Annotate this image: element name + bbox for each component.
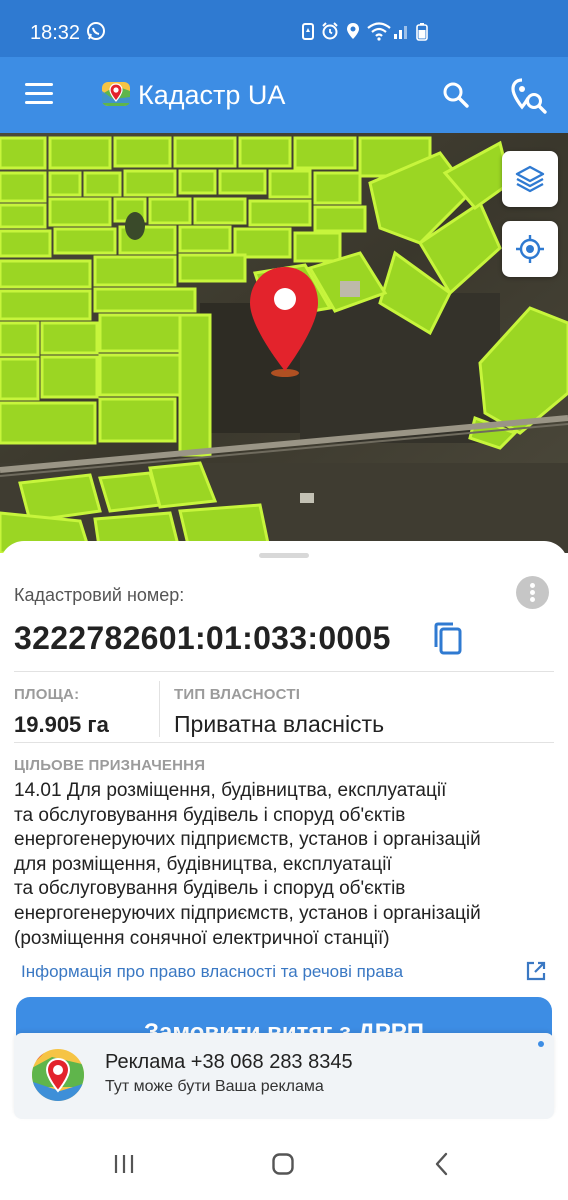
home-icon[interactable] (271, 1152, 295, 1176)
ownership-caption: ТИП ВЛАСНОСТІ (174, 686, 301, 703)
recent-apps-icon[interactable] (112, 1152, 136, 1176)
battery-icon (416, 23, 428, 41)
ad-indicator (538, 1041, 544, 1047)
location-icon (347, 23, 359, 39)
alarm-icon (322, 22, 338, 40)
status-bar: 18:32 (0, 0, 568, 57)
ad-subtitle: Тут може бути Ваша реклама (105, 1078, 324, 1095)
sheet-drag-handle[interactable] (259, 553, 309, 558)
cadastral-label: Кадастровий номер: (14, 585, 185, 605)
search-icon[interactable] (442, 81, 470, 109)
status-time: 18:32 (30, 22, 81, 44)
whatsapp-icon (87, 22, 105, 40)
ad-banner[interactable]: Реклама +38 068 283 8345 Тут може бути В… (14, 1033, 554, 1119)
copy-icon[interactable] (432, 621, 464, 657)
app-title: Кадастр UA (138, 80, 286, 110)
divider (159, 681, 160, 737)
battery-saver-icon (302, 23, 314, 40)
my-location-button[interactable] (502, 221, 558, 277)
area-value: 19.905 га (14, 712, 109, 737)
divider (14, 742, 554, 743)
purpose-caption: ЦІЛЬОВЕ ПРИЗНАЧЕННЯ (14, 757, 206, 774)
app-bar: Кадастр UA (0, 57, 568, 133)
my-location-icon (516, 235, 544, 263)
ownership-value: Приватна власність (174, 711, 385, 737)
ad-title: Реклама +38 068 283 8345 (105, 1051, 353, 1073)
layers-button[interactable] (502, 151, 558, 207)
system-nav-bar (0, 1128, 568, 1200)
app-logo-icon (102, 82, 130, 106)
satellite-map[interactable] (0, 133, 568, 553)
back-icon[interactable] (430, 1152, 454, 1176)
purpose-text: 14.01 Для розміщення, будівництва, експл… (14, 780, 481, 949)
external-link-icon[interactable] (525, 960, 547, 982)
divider (14, 671, 554, 672)
more-vert-icon[interactable] (516, 576, 549, 609)
layers-icon (515, 165, 545, 193)
signal-icon (394, 26, 407, 39)
rights-info-link[interactable]: Інформація про право власності та речові… (21, 962, 403, 982)
cadastral-number: 3222782601:01:033:0005 (14, 620, 391, 656)
wifi-icon (367, 22, 391, 41)
ad-logo-icon (32, 1049, 84, 1101)
menu-icon[interactable] (25, 83, 53, 105)
area-caption: ПЛОЩА: (14, 686, 80, 703)
pin-search-icon[interactable] (508, 77, 548, 115)
map-view[interactable] (0, 133, 568, 553)
